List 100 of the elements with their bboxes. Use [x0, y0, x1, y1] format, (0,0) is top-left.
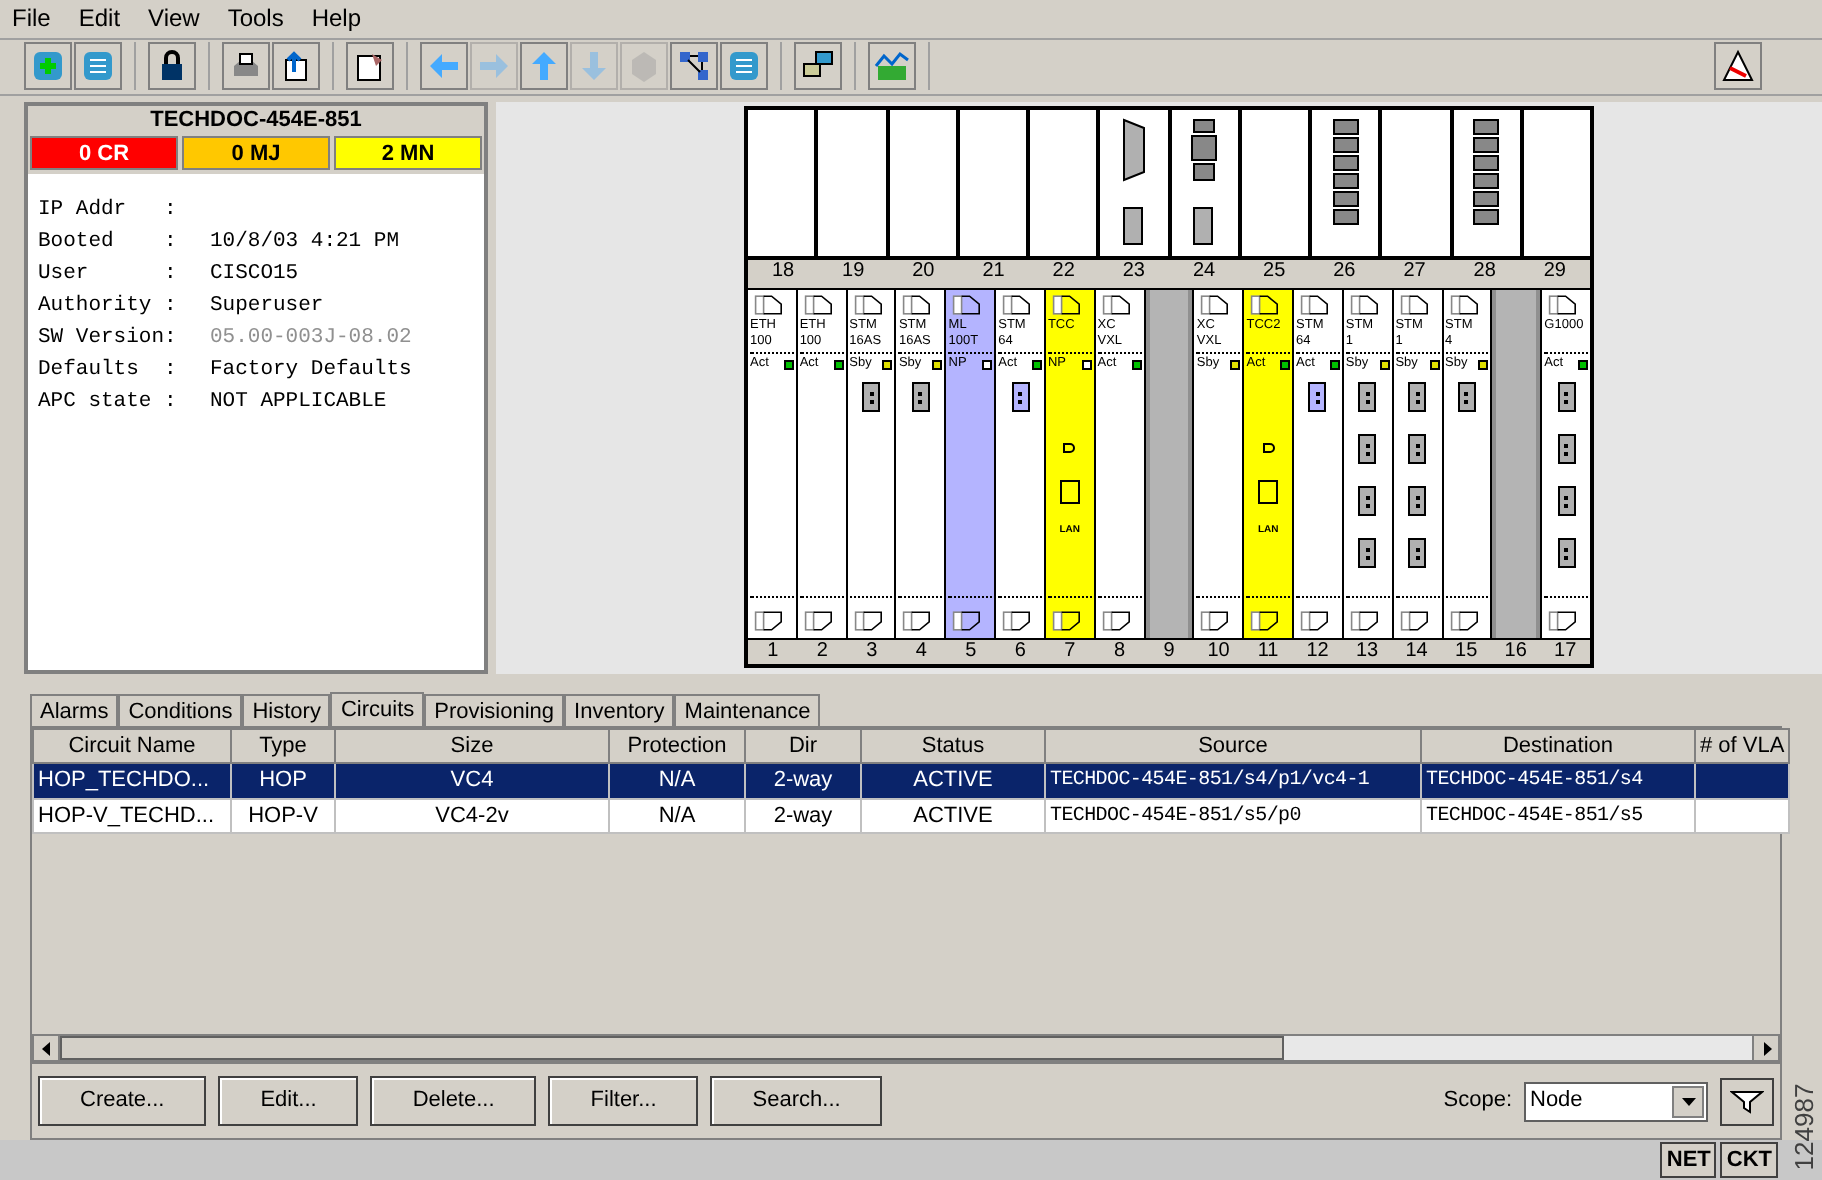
slot-number: 8: [1111, 639, 1127, 664]
slot-number: 14: [1403, 639, 1430, 664]
column-header[interactable]: Type: [231, 728, 335, 764]
network-icon[interactable]: [720, 42, 768, 91]
tab[interactable]: Circuits: [330, 691, 425, 728]
table-cell: VC4: [450, 768, 494, 793]
right-arrow-icon: [1761, 1041, 1771, 1056]
slot-number: 28: [1471, 260, 1498, 285]
node-name: TECHDOC-454E-851: [28, 105, 484, 136]
horizontal-scrollbar[interactable]: [32, 1034, 1780, 1063]
ejector-icon: [1250, 609, 1283, 632]
ejector-icon: [803, 609, 836, 632]
ejector-icon: [853, 294, 886, 317]
tab[interactable]: Conditions: [118, 693, 243, 726]
slot-number: 2: [814, 639, 830, 664]
lan-ports-icon: [1190, 115, 1219, 248]
ejector-icon: [1051, 609, 1084, 632]
table-cell: TECHDOC-454E-851/s4/p1/vc4-1: [1050, 770, 1370, 793]
ejector-icon: [1300, 294, 1333, 317]
ejector-icon: [754, 609, 786, 632]
slot-number: 11: [1255, 639, 1281, 664]
scope-dropdown[interactable]: Node: [1524, 1081, 1708, 1122]
status-indicator: CKT: [1720, 1141, 1778, 1179]
chart-icon[interactable]: [868, 42, 916, 91]
ejector-icon: [902, 294, 935, 317]
action-button[interactable]: Delete...: [370, 1076, 537, 1127]
table-cell: HOP_TECHDO...: [38, 768, 210, 793]
action-button[interactable]: Filter...: [548, 1076, 699, 1127]
tab[interactable]: Inventory: [564, 693, 675, 726]
slot-number: 26: [1331, 260, 1358, 285]
table-row[interactable]: HOP-V_TECHD... HOP-V VC4-2v N/A 2-way ACTIVE TECHDOC-454E-851/s5/p0 TECHDOC-454E-851/s5: [33, 798, 1789, 834]
led-icon: [1062, 442, 1077, 455]
table-cell: ACTIVE: [913, 768, 993, 793]
column-header[interactable]: Size: [335, 728, 609, 764]
ejector-icon: [1300, 609, 1333, 632]
scrollbar-thumb[interactable]: [60, 1036, 1284, 1061]
menu-item[interactable]: Edit: [78, 0, 121, 37]
info-value: Factory Defaults: [210, 355, 412, 386]
info-label: User :: [38, 259, 179, 290]
info-value: 05.00-003J-08.02: [210, 323, 412, 354]
slot-number: 9: [1161, 639, 1177, 664]
action-button[interactable]: Edit...: [218, 1076, 359, 1127]
slot-number: 12: [1304, 639, 1331, 664]
table-cell: N/A: [658, 803, 696, 828]
network-add-icon[interactable]: [24, 42, 72, 91]
alarm-count: 2 MN: [334, 135, 482, 170]
table-cell: 2-way: [773, 768, 833, 793]
topology-icon[interactable]: [670, 42, 718, 91]
tab[interactable]: Provisioning: [424, 693, 565, 726]
scope-label: Scope:: [1443, 1086, 1512, 1117]
action-button[interactable]: Search...: [710, 1076, 883, 1127]
ejector-icon: [1349, 294, 1382, 317]
export-icon[interactable]: [272, 42, 320, 91]
column-header[interactable]: Status: [861, 728, 1045, 764]
table-cell: HOP: [259, 768, 307, 793]
info-value: NOT APPLICABLE: [210, 387, 387, 418]
action-button[interactable]: Create...: [38, 1076, 207, 1127]
slot-number: 21: [980, 260, 1007, 285]
network-icon[interactable]: [74, 42, 122, 91]
tab[interactable]: Alarms: [30, 693, 119, 726]
figure-number: 124987: [1789, 1081, 1819, 1175]
ejector-icon: [1548, 609, 1581, 632]
ejector-icon: [1548, 294, 1581, 317]
computers-icon[interactable]: [794, 42, 842, 91]
menu-item[interactable]: Tools: [227, 0, 284, 37]
slot-number: 5: [963, 639, 979, 664]
ejector-icon: [1250, 294, 1283, 317]
column-header[interactable]: Destination: [1421, 728, 1695, 764]
table-cell: N/A: [658, 768, 696, 793]
tab[interactable]: History: [242, 693, 331, 726]
column-header[interactable]: Protection: [609, 728, 745, 764]
table-cell: TECHDOC-454E-851/s5: [1426, 805, 1643, 828]
info-label: Authority :: [38, 291, 179, 322]
table-row[interactable]: HOP_TECHDO... HOP VC4 N/A 2-way ACTIVE TECHDOC-454E-851/s4/p1/vc4-1 TECHDOC-454E-851/s4: [33, 763, 1789, 799]
menu-item[interactable]: Help: [311, 0, 362, 37]
menu-item[interactable]: File: [12, 0, 51, 37]
ejector-icon: [1101, 294, 1134, 317]
ejector-icon: [1449, 609, 1482, 632]
filter-button[interactable]: [1720, 1077, 1774, 1126]
lock-icon[interactable]: [148, 42, 196, 91]
alarm-filter-icon[interactable]: [1714, 42, 1762, 91]
ejector-icon: [853, 609, 886, 632]
printer-icon[interactable]: [222, 42, 270, 91]
column-header[interactable]: Circuit Name: [33, 728, 231, 764]
column-header[interactable]: # of VLA: [1695, 728, 1789, 764]
slot-number: 6: [1012, 639, 1028, 664]
slot-number: 13: [1353, 639, 1381, 664]
column-header[interactable]: Source: [1045, 728, 1421, 764]
serial-connector-icon: [1119, 115, 1148, 248]
port-stack-icon: [1331, 115, 1360, 228]
scroll-left-button[interactable]: [34, 1036, 60, 1061]
ejector-icon: [1399, 294, 1432, 317]
tab[interactable]: Maintenance: [674, 693, 821, 726]
ejector-icon: [1200, 609, 1233, 632]
ejector-icon: [803, 294, 836, 317]
table-cell: TECHDOC-454E-851/s4: [1426, 770, 1643, 793]
scroll-right-button[interactable]: [1752, 1036, 1778, 1061]
column-header[interactable]: Dir: [745, 728, 861, 764]
menu-item[interactable]: View: [148, 0, 200, 37]
slot-number: 15: [1453, 639, 1480, 664]
